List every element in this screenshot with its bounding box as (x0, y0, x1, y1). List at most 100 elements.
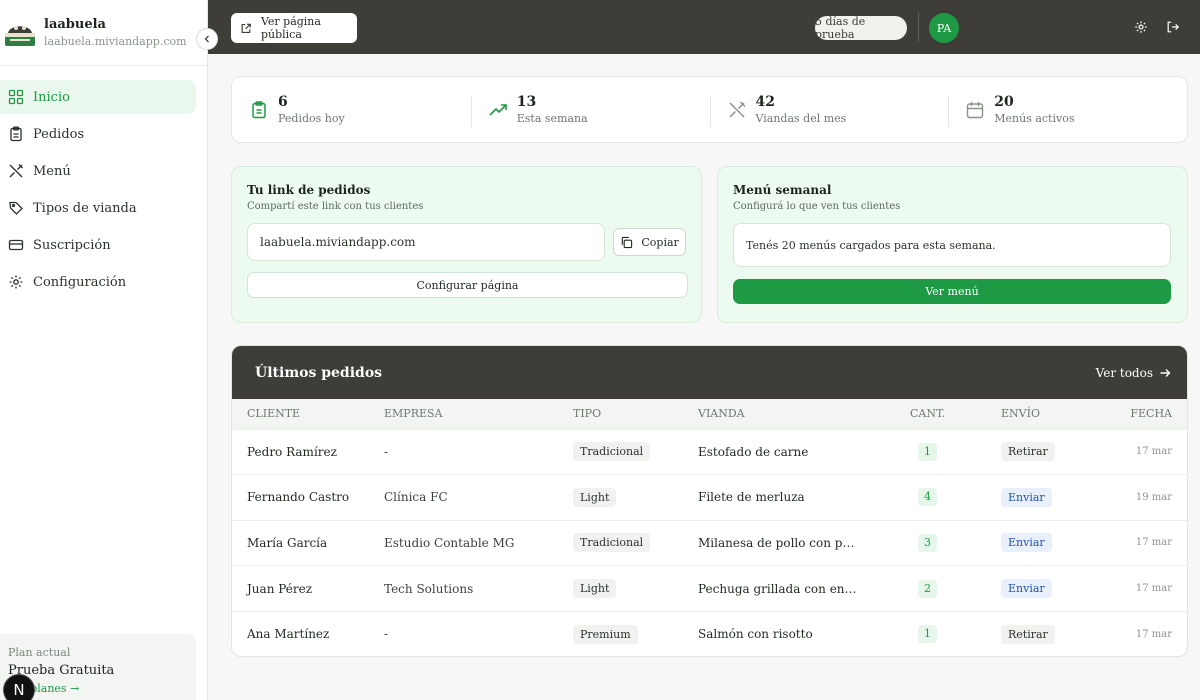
chevron-left-icon (204, 35, 209, 43)
tag-icon (9, 201, 23, 215)
table-row[interactable]: Fernando Castro Clínica FC Light Filete … (232, 474, 1187, 521)
gear-icon[interactable] (1134, 20, 1148, 34)
stat-label: Viandas del mes (755, 112, 847, 125)
column-header-type[interactable]: TIPO (573, 399, 698, 429)
topbar-divider (918, 12, 919, 42)
column-header-client[interactable]: CLIENTE (232, 399, 384, 429)
type-badge: Tradicional (573, 533, 651, 553)
cell-date: 17 mar (1135, 583, 1172, 595)
card-subtitle: Compartí este link con tus clientes (247, 201, 424, 212)
sidebar-item-inicio[interactable]: Inicio (0, 80, 196, 114)
stat-label: Pedidos hoy (278, 112, 345, 125)
sidebar-item-label: Tipos de vianda (33, 200, 137, 216)
sidebar-item-tipos-de-vianda[interactable]: Tipos de vianda (0, 191, 196, 225)
latest-orders-panel: Últimos pedidos Ver todos CLIENTE EMPRES… (231, 345, 1188, 657)
table-row[interactable]: Ana Martínez - Premium Salmón con risott… (232, 611, 1187, 656)
sidebar-item-label: Inicio (33, 89, 70, 105)
stat-value: 6 (278, 94, 288, 110)
grid-icon (8, 89, 24, 105)
sidebar-item-pedidos[interactable]: Pedidos (0, 117, 196, 151)
stat-orders-today: 6 Pedidos hoy (232, 77, 471, 142)
orders-title: Últimos pedidos (255, 364, 383, 381)
sidebar-item-menu[interactable]: Menú (0, 154, 196, 188)
stat-this-week: 13 Esta semana (470, 77, 710, 142)
cell-date: 19 mar (1135, 491, 1172, 503)
table-row[interactable]: Juan Pérez Tech Solutions Light Pechuga … (232, 565, 1187, 612)
stat-active-menus: 20 Menús activos (948, 77, 1187, 142)
cell-client: Ana Martínez (247, 627, 330, 642)
card-subtitle: Configurá lo que ven tus clientes (733, 201, 901, 212)
order-link-card: Tu link de pedidos Compartí este link co… (231, 166, 702, 323)
shipping-badge: Enviar (1001, 533, 1052, 553)
cell-vianda: Milanesa de pollo con p… (698, 535, 855, 550)
column-header-company[interactable]: EMPRESA (384, 399, 573, 429)
order-link-field[interactable] (247, 223, 606, 261)
logout-icon[interactable] (1166, 20, 1180, 34)
cell-company: Clínica FC (384, 490, 448, 505)
copy-label: Copiar (641, 235, 679, 249)
stat-label: Esta semana (516, 112, 588, 125)
collapse-sidebar-button[interactable] (196, 28, 218, 50)
plan-name: Prueba Gratuita (8, 663, 115, 678)
shipping-badge: Retirar (1001, 624, 1055, 644)
sidebar: laabuela laabuela.miviandapp.com Inicio … (0, 0, 218, 700)
configure-page-button[interactable]: Configurar página (247, 272, 688, 298)
utensils-icon (729, 101, 745, 117)
dev-tools-badge[interactable]: N (3, 674, 35, 700)
cell-client: Juan Pérez (247, 581, 313, 596)
column-header-date[interactable]: FECHA (1102, 399, 1187, 429)
cell-client: Pedro Ramírez (247, 444, 337, 459)
type-badge: Light (573, 579, 617, 599)
view-public-page-button[interactable]: Ver página pública (231, 13, 357, 43)
top-bar: Ver página pública 5 días de prueba PA (208, 0, 1200, 54)
stat-viandas-month: 42 Viandas del mes (709, 77, 949, 142)
orders-table: CLIENTE EMPRESA TIPO VIANDA CANT. ENVÍO … (232, 399, 1187, 656)
column-header-shipping[interactable]: ENVÍO (1001, 399, 1102, 429)
sidebar-item-configuracion[interactable]: Configuración (0, 265, 196, 299)
qty-badge: 1 (918, 442, 937, 461)
sidebar-item-label: Configuración (33, 274, 127, 290)
cell-date: 17 mar (1135, 628, 1172, 640)
table-row[interactable]: María García Estudio Contable MG Tradici… (232, 520, 1187, 566)
shipping-badge: Enviar (1001, 579, 1052, 599)
credit-card-icon (8, 239, 24, 251)
arrow-right-icon (1160, 368, 1171, 377)
trial-badge: 5 días de prueba (815, 15, 907, 41)
shipping-badge: Enviar (1001, 487, 1052, 507)
brand-domain: laabuela.miviandapp.com (44, 35, 187, 48)
view-menu-button[interactable]: Ver menú (733, 279, 1171, 304)
utensils-icon (9, 164, 23, 178)
view-public-page-label: Ver página pública (260, 15, 321, 41)
copy-icon (622, 236, 633, 248)
cell-vianda: Estofado de carne (698, 444, 809, 459)
calendar-icon (967, 101, 984, 118)
weekly-menu-card: Menú semanal Configurá lo que ven tus cl… (717, 166, 1188, 323)
column-header-vianda[interactable]: VIANDA (698, 399, 910, 429)
table-row[interactable]: Pedro Ramírez - Tradicional Estofado de … (232, 429, 1187, 475)
brand-header: laabuela laabuela.miviandapp.com (0, 0, 218, 66)
stat-value: 20 (994, 94, 1014, 110)
sidebar-item-suscripcion[interactable]: Suscripción (0, 228, 196, 262)
see-all-link[interactable]: Ver todos (1096, 366, 1171, 380)
avatar[interactable]: PA (929, 13, 959, 43)
see-plans-link[interactable]: Ver planes → (8, 682, 196, 695)
qty-badge: 1 (918, 625, 937, 644)
cell-vianda: Pechuga grillada con en… (698, 581, 857, 596)
sidebar-item-label: Pedidos (33, 126, 85, 142)
stats-bar: 6 Pedidos hoy 13 Esta semana 42 Viandas … (231, 76, 1188, 143)
sidebar-item-label: Suscripción (33, 237, 111, 253)
copy-button[interactable]: Copiar (613, 228, 686, 256)
card-title: Menú semanal (733, 183, 832, 197)
column-header-qty[interactable]: CANT. (910, 399, 1001, 429)
type-badge: Premium (573, 624, 638, 644)
cell-vianda: Filete de merluza (698, 490, 805, 505)
clipboard-icon (10, 126, 22, 142)
sidebar-nav: Inicio Pedidos Menú Tipos de vianda Susc… (0, 66, 207, 299)
sidebar-item-label: Menú (33, 163, 71, 179)
cell-company: - (384, 627, 389, 642)
stat-value: 13 (516, 94, 537, 110)
qty-badge: 3 (918, 533, 937, 552)
cell-client: María García (247, 535, 328, 550)
qty-badge: 4 (918, 488, 937, 507)
cell-date: 17 mar (1135, 537, 1172, 549)
